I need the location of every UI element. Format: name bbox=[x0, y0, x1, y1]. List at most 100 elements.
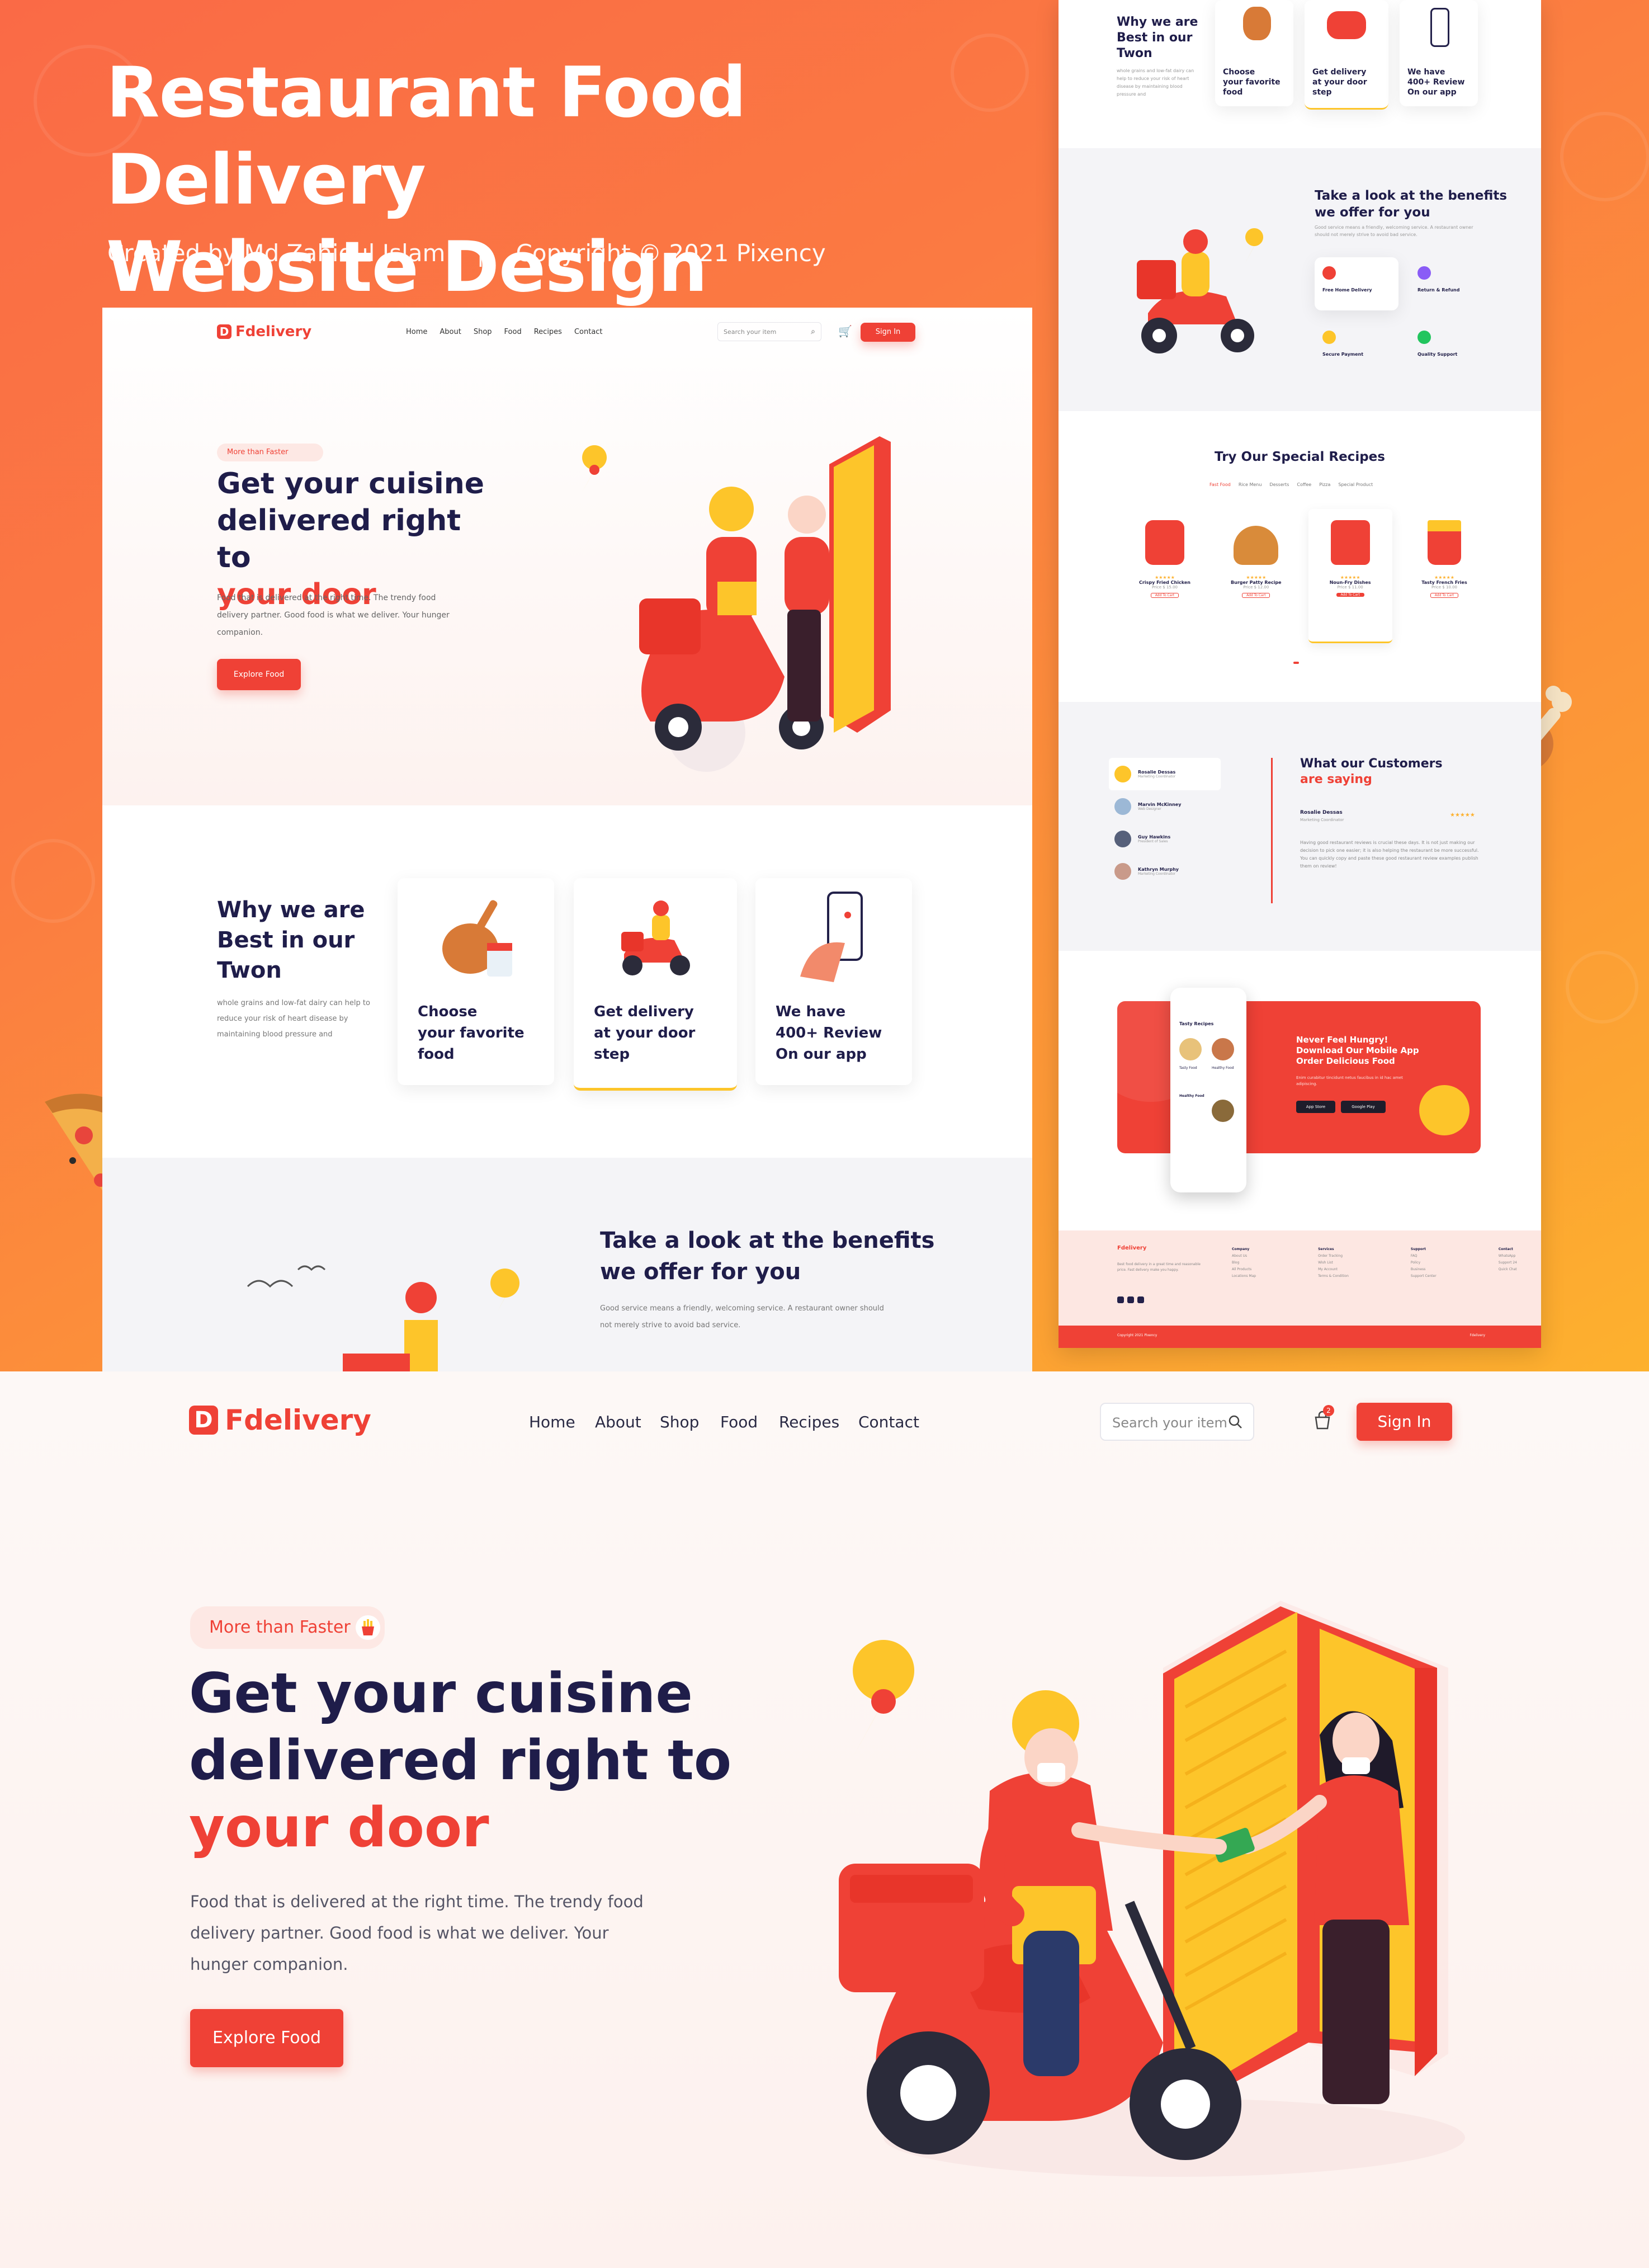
mini-why-card-text: We have 400+ Review On our app bbox=[1407, 67, 1464, 97]
recipe-name: Noun-Fry Dishes bbox=[1329, 580, 1371, 585]
logo-mark[interactable]: D bbox=[189, 1406, 218, 1435]
footer-col: Company About Us Blog All Products Locations… bbox=[1232, 1246, 1256, 1280]
mini-why-desc: whole grains and low-fat dairy can help … bbox=[1117, 68, 1194, 97]
footer-col: Support FAQ Policy Business Support Center bbox=[1411, 1246, 1437, 1280]
footer-link[interactable]: My Account bbox=[1318, 1266, 1349, 1273]
phone-icon bbox=[1430, 8, 1449, 47]
recipes-tab[interactable]: Fast Food bbox=[1209, 482, 1231, 487]
footer-link[interactable]: FAQ bbox=[1411, 1253, 1437, 1260]
facebook-icon[interactable] bbox=[1117, 1296, 1124, 1303]
hero-pill-badge: More than Faster bbox=[190, 1606, 385, 1649]
explore-food-button[interactable]: Explore Food bbox=[190, 2009, 343, 2067]
cart-badge: 2 bbox=[1323, 1405, 1334, 1416]
mini-why-card[interactable]: Choose your favorite food bbox=[1215, 0, 1293, 106]
footer-logo[interactable]: Fdelivery bbox=[1117, 1245, 1146, 1251]
footer-about: Best food delivery in a great time and r… bbox=[1117, 1262, 1201, 1272]
nav-contact[interactable]: Contact bbox=[858, 1413, 919, 1431]
footer-link[interactable]: Terms & Condition bbox=[1318, 1273, 1349, 1280]
app-store-button[interactable]: App Store bbox=[1296, 1101, 1335, 1113]
recipe-card-active[interactable]: ★★★★★ Noun-Fry Dishes Price $ 11.00 Add … bbox=[1308, 509, 1392, 643]
why-card-text: Get delivery at your door step bbox=[594, 1001, 695, 1065]
recipes-tab[interactable]: Coffee bbox=[1297, 482, 1311, 487]
nav-home[interactable]: Home bbox=[406, 328, 427, 336]
logo-text[interactable]: Fdelivery bbox=[235, 323, 311, 340]
phone-hand-icon bbox=[800, 892, 863, 982]
footer-link[interactable]: WhatsApp bbox=[1499, 1253, 1517, 1260]
mini-why-card[interactable]: Get delivery at your door step bbox=[1305, 0, 1388, 110]
mini-why-line: Twon bbox=[1117, 46, 1152, 60]
delivery-illustration bbox=[839, 1601, 1465, 2177]
why-title-line1: Why we are bbox=[217, 897, 365, 923]
sign-in-button[interactable]: Sign In bbox=[1357, 1403, 1452, 1441]
search-input[interactable]: Search your item ⌕ bbox=[717, 322, 821, 341]
recipe-card[interactable]: ★★★★★ Burger Patty Recipe Price $ 12.00 … bbox=[1217, 509, 1295, 643]
add-to-cart-button[interactable]: Add To Cart bbox=[1430, 593, 1458, 598]
nav-contact[interactable]: Contact bbox=[574, 328, 603, 336]
nav-home[interactable]: Home bbox=[529, 1413, 575, 1431]
footer-link[interactable]: Policy bbox=[1411, 1260, 1437, 1266]
why-card-line: 400+ Review bbox=[776, 1025, 882, 1041]
french-fries-icon bbox=[1427, 520, 1461, 565]
why-card-text: Choose your favorite food bbox=[418, 1001, 525, 1065]
footer-link[interactable]: Support 24 bbox=[1499, 1260, 1517, 1266]
footer-link[interactable]: Support Center bbox=[1411, 1273, 1437, 1280]
footer-link[interactable]: Quick Chat bbox=[1499, 1266, 1517, 1273]
google-play-button[interactable]: Google Play bbox=[1341, 1101, 1386, 1113]
add-to-cart-button[interactable]: Add To Cart bbox=[1242, 593, 1270, 598]
nav-shop[interactable]: Shop bbox=[660, 1413, 699, 1431]
footer-link[interactable]: Locations Map bbox=[1232, 1273, 1256, 1280]
recipe-card[interactable]: ★★★★★ Tasty French Fries Price $ 10.00 A… bbox=[1405, 509, 1483, 643]
mini-why-card[interactable]: We have 400+ Review On our app bbox=[1400, 0, 1478, 106]
footer-link[interactable]: Order Tracking bbox=[1318, 1253, 1349, 1260]
app-banner-desc: Enim curabitur tincidunt netus faucibus … bbox=[1296, 1076, 1403, 1086]
recipes-tab[interactable]: Special Product bbox=[1338, 482, 1373, 487]
nav-recipes[interactable]: Recipes bbox=[534, 328, 562, 336]
testimonial-person[interactable]: Guy Hawkins President of Sales bbox=[1109, 823, 1221, 855]
recipes-tab[interactable]: Pizza bbox=[1319, 482, 1330, 487]
nav-shop[interactable]: Shop bbox=[474, 328, 492, 336]
recipes-tab[interactable]: Desserts bbox=[1269, 482, 1289, 487]
benefit-card: Return & Refund bbox=[1410, 257, 1494, 310]
background-doodle bbox=[11, 839, 95, 923]
recipe-card[interactable]: ★★★★★ Crispy Fried Chicken Price $ 15.00… bbox=[1126, 509, 1204, 643]
footer-link[interactable]: Blog bbox=[1232, 1260, 1256, 1266]
explore-food-button[interactable]: Explore Food bbox=[217, 659, 301, 690]
search-icon[interactable] bbox=[1227, 1414, 1243, 1430]
delivery-icon bbox=[1322, 266, 1336, 280]
add-to-cart-button[interactable]: Add To Cart bbox=[1151, 593, 1179, 598]
why-card-delivery[interactable]: Get delivery at your door step bbox=[574, 878, 737, 1091]
footer-link[interactable]: Wish List bbox=[1318, 1260, 1349, 1266]
testimonial-person[interactable]: Marvin McKinney Web Designer bbox=[1109, 790, 1221, 823]
testimonial-person[interactable]: Kathryn Murphy Marketing Coordinator bbox=[1109, 855, 1221, 888]
why-card-review[interactable]: We have 400+ Review On our app bbox=[755, 878, 912, 1085]
logo-text[interactable]: Fdelivery bbox=[225, 1404, 371, 1436]
search-input[interactable]: Search your item bbox=[1100, 1403, 1254, 1441]
footer-link[interactable]: Business bbox=[1411, 1266, 1437, 1273]
carousel-indicator[interactable] bbox=[1293, 662, 1299, 664]
benefits-title-line1: Take a look at the benefits bbox=[600, 1228, 935, 1253]
cart-icon[interactable]: 🛒 bbox=[838, 324, 852, 338]
add-to-cart-button[interactable]: Add To Cart bbox=[1336, 593, 1364, 597]
why-card-line: at your door bbox=[594, 1025, 696, 1041]
nav-recipes[interactable]: Recipes bbox=[779, 1413, 839, 1431]
nav-food[interactable]: Food bbox=[720, 1413, 758, 1431]
mini-benefits-desc: Good service means a friendly, welcoming… bbox=[1315, 225, 1473, 237]
testimonial-person-active[interactable]: Rosalie Dessas Marketing Coordinator bbox=[1109, 758, 1221, 790]
social-icons bbox=[1117, 1296, 1144, 1303]
footer-link[interactable]: About Us bbox=[1232, 1253, 1256, 1260]
logo-mark[interactable]: D bbox=[217, 324, 231, 339]
search-icon[interactable]: ⌕ bbox=[811, 327, 815, 336]
nav-food[interactable]: Food bbox=[504, 328, 522, 336]
rating-stars: ★★★★★ bbox=[1450, 812, 1475, 818]
nav-about[interactable]: About bbox=[595, 1413, 641, 1431]
mini-why-line: Best in our bbox=[1117, 31, 1193, 45]
why-card-choose[interactable]: Choose your favorite food bbox=[398, 878, 554, 1085]
footer-link[interactable]: All Products bbox=[1232, 1266, 1256, 1273]
recipe-name: Crispy Fried Chicken bbox=[1139, 580, 1190, 585]
twitter-icon[interactable] bbox=[1127, 1296, 1134, 1303]
sign-in-button[interactable]: Sign In bbox=[861, 323, 915, 342]
hero-pill-text: More than Faster bbox=[209, 1618, 351, 1637]
recipes-tab[interactable]: Rice Menu bbox=[1239, 482, 1262, 487]
nav-about[interactable]: About bbox=[440, 328, 461, 336]
instagram-icon[interactable] bbox=[1137, 1296, 1144, 1303]
